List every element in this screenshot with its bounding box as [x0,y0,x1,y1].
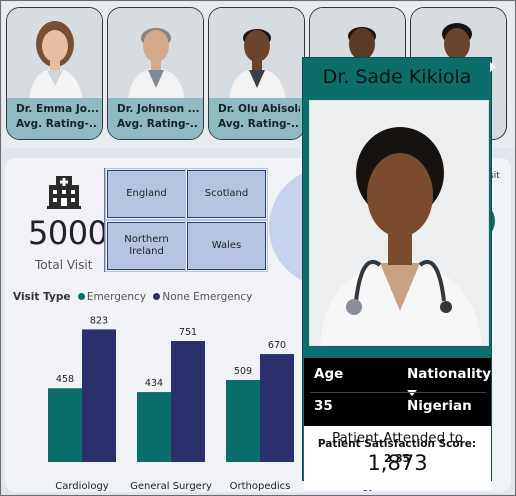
popup-doctor-portrait [309,100,489,346]
bar-value-label: 751 [179,327,197,338]
bar-non-emergency[interactable] [260,354,294,462]
bar-emergency[interactable] [137,392,171,462]
category-label: Orthopedics [230,481,291,492]
table-divider [310,392,486,393]
total-visit-label: Total Visit [35,258,93,272]
bar-value-label: 509 [234,366,252,377]
doctor-rating: Avg. Rating-... [218,118,300,130]
non-emergency-dot-icon [153,293,161,300]
doctor-label: Dr. Olu Abisola Avg. Rating-... [209,98,304,139]
bar-value-label: 458 [56,374,74,385]
bar-value-label: 670 [268,340,286,351]
region-england[interactable]: England [105,168,188,220]
doctor-rating: Avg. Rating-... [16,118,98,130]
total-visit-value: 5000 [28,214,108,252]
category-label: Cardiology [55,481,109,492]
bar-emergency[interactable] [226,379,260,462]
doctor-card-3[interactable]: Dr. Olu Abisola Avg. Rating-... [208,7,305,140]
satisfaction-score-value: 2.35 [384,453,410,465]
region-scotland[interactable]: Scotland [185,168,268,220]
doctor-photo [108,8,203,102]
doctor-detail-popup: Dr. Sade Kikiola Age Nationality 35 Nige… [302,57,492,490]
age-label: Age [314,366,344,382]
doctor-card-1[interactable]: Dr. Emma Jo... Avg. Rating-... [6,7,103,140]
doctor-photo [209,8,304,102]
popup-info-table: Age Nationality 35 Nigerian [304,358,491,426]
bar-value-label: 434 [145,378,163,389]
hospital-icon [47,173,81,213]
doctor-card-2[interactable]: Dr. Johnson ... Avg. Rating-... [107,7,204,140]
popup-doctor-name: Dr. Sade Kikiola [322,66,472,88]
region-northern-ireland[interactable]: Northern Ireland [105,220,188,272]
bar-non-emergency[interactable] [82,329,116,462]
doctor-photo [7,8,102,102]
nationality-label: Nationality [407,366,491,382]
doctor-label: Dr. Johnson ... Avg. Rating-... [108,98,203,139]
doctor-name: Dr. Emma Jo... [16,103,98,115]
category-label: General Surgery [130,481,212,492]
emergency-dot-icon [77,293,85,300]
bar-emergency[interactable] [48,388,82,462]
doctor-label: Dr. Emma Jo... Avg. Rating-... [7,98,102,139]
doctor-rating: Avg. Rating-... [117,118,199,130]
satisfaction-score-label: Patient Satisfaction Score: [317,438,477,450]
doctor-name: Dr. Olu Abisola [218,103,300,115]
dashboard-frame: Dr. Emma Jo... Avg. Rating-... Dr. Johns… [0,0,516,496]
bar-value-label: 823 [90,315,108,326]
nationality-value: Nigerian [407,398,472,414]
age-value: 35 [314,398,333,414]
next-chevron-icon[interactable] [490,62,496,72]
region-wales[interactable]: Wales [185,220,268,272]
satisfaction-score: Patient Satisfaction Score: 2.35 [302,437,492,467]
doctor-name: Dr. Johnson ... [117,103,199,115]
bar-non-emergency[interactable] [171,341,205,462]
